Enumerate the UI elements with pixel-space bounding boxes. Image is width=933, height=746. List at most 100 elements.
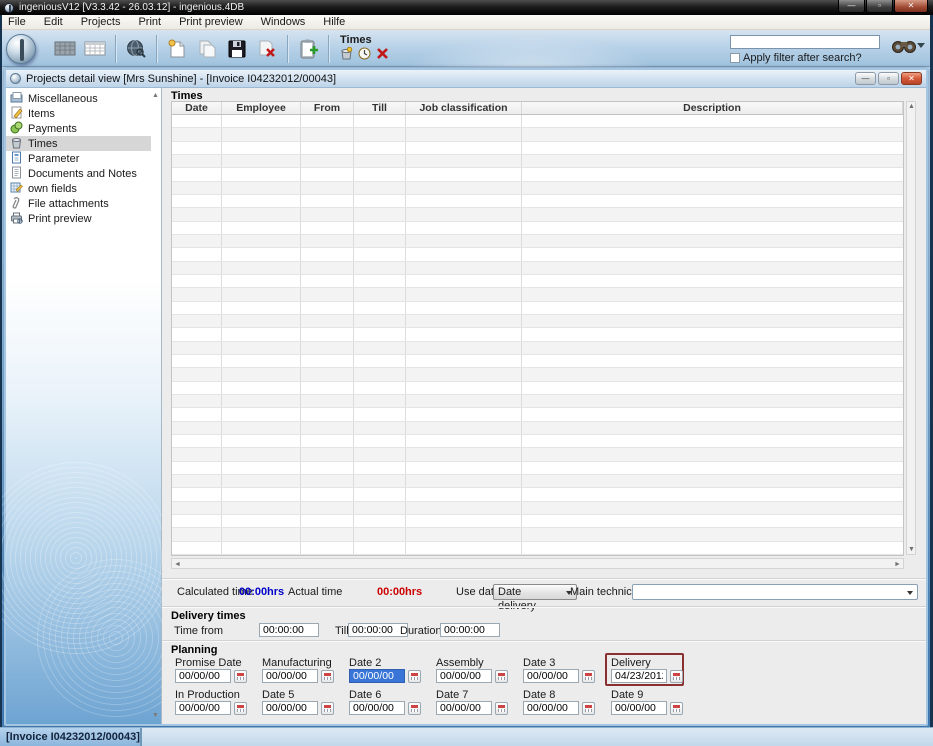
ingenious-logo-button[interactable] (6, 33, 36, 64)
table-vertical-scrollbar[interactable]: ▲ ▼ (906, 101, 916, 555)
sidebar-item-print-preview[interactable]: Print preview (6, 211, 151, 226)
sidebar-item-parameter[interactable]: Parameter (6, 151, 151, 166)
calendar-picker-icon[interactable] (321, 669, 334, 683)
menu-print-preview[interactable]: Print preview (170, 15, 252, 30)
menu-print[interactable]: Print (129, 15, 170, 30)
table-row[interactable] (172, 154, 903, 169)
table-row[interactable] (172, 541, 903, 555)
planning-date-input[interactable] (436, 701, 492, 715)
table-row[interactable] (172, 314, 903, 329)
table-row[interactable] (172, 501, 903, 515)
planning-date-input[interactable] (349, 701, 405, 715)
sidebar-item-times[interactable]: Times (6, 136, 151, 151)
calendar-picker-icon[interactable] (582, 701, 595, 715)
calendar-picker-icon[interactable] (234, 701, 247, 715)
planning-date-input[interactable] (611, 701, 667, 715)
new-record-icon[interactable] (164, 35, 190, 63)
column-header-job-classification[interactable]: Job classification (406, 102, 522, 114)
inner-close-button[interactable]: ✕ (901, 72, 922, 85)
planning-date-input[interactable] (436, 669, 492, 683)
calendar-picker-icon[interactable] (582, 669, 595, 683)
table-row[interactable] (172, 181, 903, 195)
table-row[interactable] (172, 448, 903, 462)
calendar-picker-icon[interactable] (234, 669, 247, 683)
planning-date-input[interactable] (262, 669, 318, 683)
inner-restore-button[interactable]: ▫ (878, 72, 899, 85)
search-input[interactable] (730, 35, 880, 49)
add-entry-icon[interactable] (295, 35, 321, 63)
table-row[interactable] (172, 128, 903, 142)
table-row[interactable] (172, 301, 903, 315)
table-row[interactable] (172, 288, 903, 302)
search-globe-icon[interactable] (123, 35, 149, 63)
search-binoculars-icon[interactable] (891, 37, 917, 57)
times-delete-icon[interactable] (376, 47, 389, 63)
times-clock-icon[interactable] (358, 47, 371, 63)
time-from-input[interactable] (259, 623, 319, 637)
main-technician-select[interactable] (632, 584, 918, 600)
table-row[interactable] (172, 381, 903, 395)
table-row[interactable] (172, 248, 903, 262)
sidebar-item-documents-and-notes[interactable]: Documents and Notes (6, 166, 151, 181)
calendar-picker-icon[interactable] (495, 669, 508, 683)
column-header-from[interactable]: From (301, 102, 354, 114)
table-row[interactable] (172, 168, 903, 182)
scroll-down-icon[interactable]: ▼ (907, 545, 916, 554)
column-header-employee[interactable]: Employee (222, 102, 301, 114)
scroll-up-icon[interactable]: ▲ (907, 102, 916, 111)
scroll-right-icon[interactable]: ► (893, 560, 902, 569)
calendar-picker-icon[interactable] (670, 669, 683, 683)
table-row[interactable] (172, 394, 903, 409)
table-row[interactable] (172, 434, 903, 449)
list-view-icon[interactable] (52, 35, 78, 63)
table-row[interactable] (172, 528, 903, 542)
planning-date-input[interactable] (262, 701, 318, 715)
planning-date-input[interactable] (611, 669, 667, 683)
duplicate-record-icon[interactable] (194, 35, 220, 63)
table-row[interactable] (172, 141, 903, 155)
table-row[interactable] (172, 368, 903, 382)
planning-date-input[interactable] (175, 701, 231, 715)
till-input[interactable] (348, 623, 408, 637)
minimize-button[interactable]: — (838, 0, 865, 13)
table-row[interactable] (172, 341, 903, 355)
search-options-caret-icon[interactable] (917, 43, 925, 48)
scroll-left-icon[interactable]: ◄ (173, 560, 182, 569)
menu-file[interactable]: File (0, 15, 35, 30)
use-date-select[interactable]: Date delivery (493, 584, 577, 612)
apply-filter-checkbox[interactable] (730, 53, 740, 63)
sidebar-item-own-fields[interactable]: own fields (6, 181, 151, 196)
table-row[interactable] (172, 421, 903, 435)
table-row[interactable] (172, 488, 903, 502)
calendar-picker-icon[interactable] (670, 701, 683, 715)
table-row[interactable] (172, 474, 903, 489)
menu-windows[interactable]: Windows (252, 15, 315, 30)
table-row[interactable] (172, 115, 903, 129)
sidebar-item-miscellaneous[interactable]: Miscellaneous (6, 91, 151, 106)
inner-minimize-button[interactable]: — (855, 72, 876, 85)
times-bucket-icon[interactable] (340, 46, 353, 63)
planning-date-input[interactable] (523, 669, 579, 683)
table-row[interactable] (172, 221, 903, 235)
menu-edit[interactable]: Edit (35, 15, 72, 30)
table-row[interactable] (172, 514, 903, 529)
duration-input[interactable] (440, 623, 500, 637)
calendar-view-icon[interactable] (82, 35, 108, 63)
planning-date-input[interactable] (175, 669, 231, 683)
table-row[interactable] (172, 274, 903, 289)
maximize-button[interactable]: ▫ (866, 0, 893, 13)
table-horizontal-scrollbar[interactable]: ◄ ► (171, 558, 904, 569)
menu-hilfe[interactable]: Hilfe (314, 15, 354, 30)
column-header-description[interactable]: Description (522, 102, 903, 114)
table-row[interactable] (172, 408, 903, 422)
planning-date-input[interactable] (523, 701, 579, 715)
calendar-picker-icon[interactable] (495, 701, 508, 715)
calendar-picker-icon[interactable] (408, 669, 421, 683)
table-row[interactable] (172, 328, 903, 342)
menu-projects[interactable]: Projects (72, 15, 130, 30)
calendar-picker-icon[interactable] (321, 701, 334, 715)
save-record-icon[interactable] (224, 35, 250, 63)
table-row[interactable] (172, 208, 903, 222)
close-button[interactable]: ✕ (894, 0, 928, 13)
sidebar-scroll-down-icon[interactable]: ▼ (151, 711, 160, 720)
